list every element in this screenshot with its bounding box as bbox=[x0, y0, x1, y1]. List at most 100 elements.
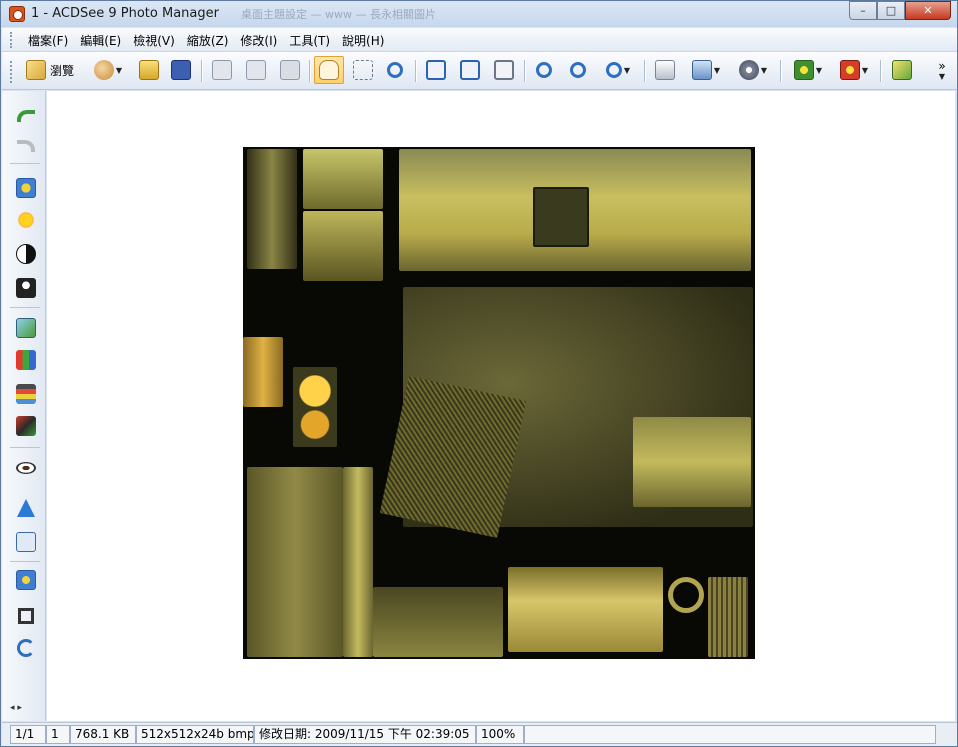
noise-icon bbox=[16, 532, 36, 552]
contrast-button[interactable] bbox=[14, 243, 38, 265]
zoom-out-button[interactable] bbox=[564, 56, 592, 84]
red-eye-button[interactable] bbox=[14, 457, 38, 479]
color-balance-icon bbox=[16, 350, 36, 370]
sharpen-button[interactable] bbox=[14, 497, 38, 519]
auto-rotate-icon bbox=[494, 60, 514, 80]
undo-button[interactable] bbox=[14, 105, 38, 127]
save-icon bbox=[171, 60, 191, 80]
toolbar-overflow-button[interactable]: » ▼ bbox=[932, 56, 952, 84]
rotate-left-button[interactable] bbox=[422, 56, 450, 84]
slideshow-button[interactable]: ▼ bbox=[732, 56, 774, 84]
sharpen-icon bbox=[17, 499, 35, 517]
levels-button[interactable] bbox=[14, 317, 38, 339]
shadows-button[interactable] bbox=[14, 277, 38, 299]
background-window-title: 桌面主題設定 — www — 長永相關圖片 bbox=[241, 8, 436, 21]
image-viewport[interactable] bbox=[47, 91, 955, 721]
zoom-level-button[interactable]: ▼ bbox=[598, 56, 638, 84]
acquire-button[interactable]: ▼ bbox=[686, 56, 726, 84]
texture-sight-block-1 bbox=[303, 149, 383, 209]
zoom-in-button[interactable] bbox=[530, 56, 558, 84]
print-button[interactable] bbox=[650, 56, 680, 84]
sidebar-scroll-arrows[interactable]: ◂ ▸ bbox=[10, 703, 22, 713]
wallpaper-center-button[interactable]: ▼ bbox=[788, 56, 828, 84]
wallpaper-center-icon bbox=[793, 60, 814, 80]
crop-button[interactable] bbox=[14, 605, 38, 627]
rotate-flip-icon bbox=[17, 639, 35, 657]
open-folder-icon bbox=[139, 60, 159, 80]
minimize-button[interactable]: – bbox=[849, 1, 877, 20]
resize-grip-icon[interactable] bbox=[936, 725, 956, 744]
menu-edit[interactable]: 編輯(E) bbox=[74, 32, 127, 50]
zoom-level-icon bbox=[605, 62, 622, 78]
acdsee-app-icon[interactable] bbox=[9, 6, 25, 22]
wallpaper-tile-icon bbox=[839, 60, 860, 80]
menu-modify[interactable]: 修改(I) bbox=[234, 32, 283, 50]
rotate-right-button[interactable] bbox=[456, 56, 484, 84]
next-image-button[interactable] bbox=[242, 56, 270, 84]
texture-slide-window bbox=[533, 187, 589, 247]
auto-exposure-button[interactable] bbox=[14, 177, 38, 199]
shadows-icon bbox=[16, 278, 36, 298]
menu-tools[interactable]: 工具(T) bbox=[283, 32, 336, 50]
menu-zoom[interactable]: 縮放(Z) bbox=[181, 32, 235, 50]
acquire-icon bbox=[691, 60, 712, 80]
main-toolbar: 瀏覽 ▼ ▼ ▼ ▼ ▼ ▼ » ▼ bbox=[2, 52, 957, 90]
status-dimensions: 512x512x24b bmp bbox=[136, 725, 254, 744]
toolbar-grip[interactable] bbox=[10, 61, 14, 83]
previous-image-button[interactable] bbox=[208, 56, 236, 84]
chevron-overflow-icon: » bbox=[938, 58, 946, 73]
menu-file[interactable]: 檔案(F) bbox=[22, 32, 74, 50]
noise-button[interactable] bbox=[14, 531, 38, 553]
save-button[interactable] bbox=[168, 56, 194, 84]
texture-baseplate bbox=[373, 587, 503, 657]
status-image-index: 1/1 bbox=[10, 725, 46, 744]
select-icon bbox=[353, 60, 373, 80]
menu-grip[interactable] bbox=[10, 32, 14, 48]
status-selected-count: 1 bbox=[46, 725, 70, 744]
texture-magazine-spine bbox=[343, 467, 373, 657]
curves-button[interactable] bbox=[14, 383, 38, 405]
lighting-button[interactable] bbox=[14, 209, 38, 231]
select-button[interactable] bbox=[350, 56, 376, 84]
browse-icon bbox=[25, 60, 46, 80]
zoom-tool-icon bbox=[387, 62, 403, 78]
open-button[interactable] bbox=[136, 56, 162, 84]
levels-icon bbox=[16, 318, 36, 338]
texture-slide-rear bbox=[633, 417, 751, 507]
editor-button[interactable]: ▼ bbox=[88, 56, 128, 84]
browse-button[interactable]: 瀏覽 bbox=[24, 56, 76, 84]
previous-image-icon bbox=[212, 60, 232, 80]
status-file-size: 768.1 KB bbox=[70, 725, 136, 744]
rotate-left-icon bbox=[426, 60, 446, 80]
texture-cap bbox=[708, 577, 748, 657]
title-bar[interactable]: 1 - ACDSee 9 Photo Manager 桌面主題設定 — www … bbox=[1, 1, 957, 27]
close-button[interactable]: ✕ bbox=[905, 1, 951, 20]
menu-view[interactable]: 檢視(V) bbox=[127, 32, 181, 50]
hand-pan-button[interactable] bbox=[314, 56, 344, 84]
rotate-flip-button[interactable] bbox=[14, 637, 38, 659]
auto-rotate-button[interactable] bbox=[490, 56, 518, 84]
color-button[interactable] bbox=[14, 415, 38, 437]
zoom-tool-button[interactable] bbox=[382, 56, 408, 84]
status-empty-panel bbox=[524, 725, 936, 744]
export-button[interactable] bbox=[888, 56, 916, 84]
redo-button[interactable] bbox=[14, 135, 38, 157]
export-icon bbox=[892, 60, 912, 80]
slideshow-icon bbox=[738, 60, 759, 80]
image-set-button[interactable] bbox=[276, 56, 304, 84]
menu-help[interactable]: 說明(H) bbox=[336, 32, 390, 50]
crop-icon bbox=[18, 608, 34, 624]
edit-sidebar: ◂ ▸ bbox=[2, 91, 46, 721]
color-balance-button[interactable] bbox=[14, 349, 38, 371]
image-set-icon bbox=[280, 60, 300, 80]
effects-button[interactable] bbox=[14, 569, 38, 591]
displayed-image[interactable] bbox=[243, 147, 755, 659]
texture-frame-side bbox=[247, 149, 297, 269]
maximize-button[interactable]: □ bbox=[877, 1, 905, 20]
lighting-icon bbox=[16, 210, 36, 230]
rotate-right-icon bbox=[460, 60, 480, 80]
texture-barrel-end bbox=[243, 337, 283, 407]
status-bar: 1/1 1 768.1 KB 512x512x24b bmp 修改日期: 200… bbox=[2, 722, 957, 746]
wallpaper-tile-button[interactable]: ▼ bbox=[834, 56, 874, 84]
contrast-icon bbox=[16, 244, 36, 264]
